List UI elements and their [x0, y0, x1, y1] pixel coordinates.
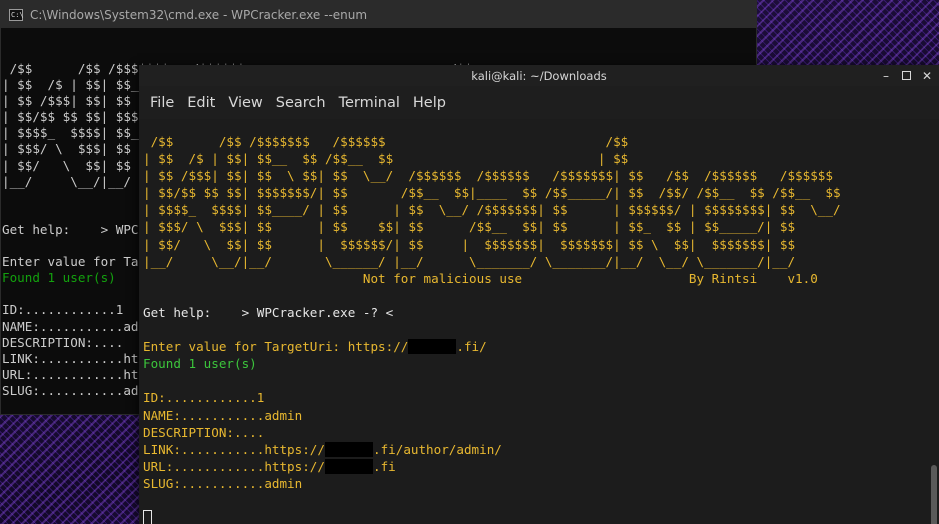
- user-link-suffix: .fi/author/admin/: [372, 441, 502, 457]
- banner-line: | $$$$_ $$$$| $$____/ | $$ | $$ \__/ /$$…: [143, 202, 841, 218]
- tagline: Not for malicious use By Rintsi v1.0: [143, 270, 818, 286]
- menu-file[interactable]: File: [150, 95, 184, 111]
- maximize-button[interactable]: [902, 71, 911, 80]
- banner-line: /$$ /$$ /$$$$$$$ /$$$$$$ /$$: [143, 134, 629, 149]
- cmd-line: ID:............1: [2, 302, 124, 318]
- terminal-window[interactable]: kali@kali: ~/Downloads – ✕ File Edit Vie…: [139, 65, 939, 524]
- window-controls: – ✕: [880, 65, 933, 86]
- cmd-line: SLUG:...........admin: [2, 382, 162, 398]
- user-url-line: URL:............https://: [143, 458, 325, 474]
- menu-edit[interactable]: Edit: [187, 95, 225, 111]
- banner-line: | $$ /$ | $$| $$__ $$ /$$__ $$ | $$: [143, 151, 629, 167]
- menu-terminal[interactable]: Terminal: [339, 95, 410, 111]
- user-name-line: NAME:...........admin: [143, 407, 303, 423]
- banner-line: | $$/$$ $$ $$| $$$$$$$/| $$ /$$__ $$|___…: [143, 185, 841, 201]
- ascii-banner: /$$ /$$ /$$$$$$$ /$$$$$$ /$$ | $$ /$ | $…: [143, 134, 841, 286]
- scrollbar-thumb[interactable]: [931, 465, 937, 524]
- banner-line: | $$ /$$$| $$| $$ \ $$| $$ \__/ /$$$$$$ …: [143, 168, 833, 184]
- cmd-titlebar[interactable]: C:\ C:\Windows\System32\cmd.exe - WPCrac…: [1, 1, 756, 28]
- terminal-output[interactable]: /$$ /$$ /$$$$$$$ /$$$$$$ /$$ | $$ /$ | $…: [143, 119, 927, 524]
- found-users-line: Found 1 user(s): [143, 356, 257, 372]
- menu-view[interactable]: View: [228, 95, 272, 111]
- terminal-scrollbar[interactable]: [929, 119, 939, 524]
- redaction-box: [324, 441, 373, 457]
- target-uri-suffix: .fi/: [456, 339, 487, 355]
- cmd-line: Found 1 user(s): [2, 270, 116, 286]
- user-link-line: LINK:...........https://: [143, 441, 325, 457]
- cmd-app-icon: C:\: [9, 8, 24, 21]
- banner-line: |__/ \__/|__/ \______/ |__/ \_______/ \_…: [143, 253, 796, 269]
- banner-line: | $$/ \ $$| $$ | $$$$$$/| $$ | $$$$$$$| …: [143, 236, 796, 252]
- cmd-window-title: C:\Windows\System32\cmd.exe - WPCracker.…: [30, 7, 368, 22]
- redaction-box: [324, 458, 373, 474]
- user-id-line: ID:............1: [143, 390, 265, 406]
- cmd-line: NAME:...........admin: [2, 318, 162, 334]
- terminal-titlebar[interactable]: kali@kali: ~/Downloads – ✕: [139, 65, 939, 86]
- redaction-box: [408, 339, 457, 355]
- target-uri-prompt: Enter value for TargetUri: https://: [143, 339, 409, 355]
- user-slug-line: SLUG:...........admin: [143, 475, 303, 491]
- user-description-line: DESCRIPTION:....: [143, 424, 265, 440]
- text-cursor: [143, 510, 152, 524]
- terminal-window-title: kali@kali: ~/Downloads: [471, 68, 607, 83]
- minimize-button[interactable]: –: [880, 70, 892, 82]
- banner-line: | $$$/ \ $$$| $$ | $$ $$| $$ /$$__ $$| $…: [143, 219, 796, 235]
- cmd-line: DESCRIPTION:....: [2, 334, 124, 350]
- close-button[interactable]: ✕: [921, 70, 933, 82]
- user-url-suffix: .fi: [372, 458, 396, 474]
- menu-search[interactable]: Search: [276, 95, 336, 111]
- menu-help[interactable]: Help: [413, 95, 456, 111]
- terminal-menubar: File Edit View Search Terminal Help: [139, 86, 939, 119]
- help-line: Get help: > WPCracker.exe -? <: [143, 304, 394, 320]
